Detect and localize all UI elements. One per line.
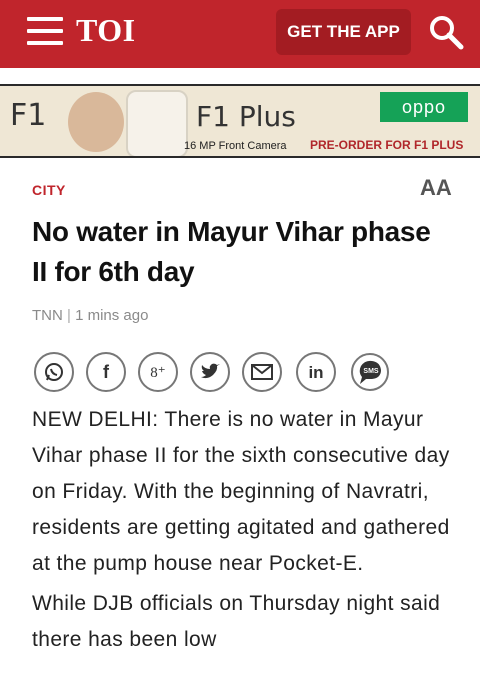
search-icon[interactable] <box>428 14 464 50</box>
article-paragraph: While DJB officials on Thursday night sa… <box>32 592 441 651</box>
article-headline: No water in Mayur Vihar phase II for 6th… <box>32 216 431 287</box>
menu-icon[interactable] <box>27 17 63 45</box>
ad-model-label: F1 <box>10 98 47 133</box>
section-label[interactable]: CITY <box>32 182 66 198</box>
byline-source: TNN <box>32 307 63 324</box>
site-logo[interactable]: TOI <box>76 12 136 49</box>
svg-text:in: in <box>308 363 323 382</box>
email-icon[interactable] <box>242 352 282 392</box>
ad-banner[interactable]: F1 F1 Plus oppo 16 MP Front Camera PRE-O… <box>0 84 480 158</box>
facebook-icon[interactable]: f <box>86 352 126 392</box>
byline: TNN | 1 mins ago <box>32 307 148 324</box>
linkedin-icon[interactable]: in <box>296 352 336 392</box>
twitter-icon[interactable] <box>190 352 230 392</box>
ad-feature-text: 16 MP Front Camera <box>184 140 287 152</box>
whatsapp-icon[interactable] <box>34 352 74 392</box>
top-bar: TOI GET THE APP <box>0 0 480 68</box>
svg-text:f: f <box>103 362 110 382</box>
ad-phone-image <box>126 90 188 156</box>
sms-icon[interactable]: SMS <box>350 352 390 392</box>
ad-model-plus-label: F1 Plus <box>196 100 296 133</box>
font-size-icon: AA <box>420 175 452 200</box>
byline-divider: | <box>67 307 76 324</box>
svg-text:8⁺: 8⁺ <box>150 365 165 381</box>
byline-time: 1 mins ago <box>75 307 149 324</box>
get-the-app-button[interactable]: GET THE APP <box>276 9 411 55</box>
ad-model-photo <box>68 92 124 152</box>
article-body: NEW DELHI: There is no water in Mayur Vi… <box>32 402 472 658</box>
ad-brand-logo: oppo <box>380 92 468 122</box>
article-paragraph: NEW DELHI: There is no water in Mayur Vi… <box>32 408 450 575</box>
google-plus-icon[interactable]: 8⁺ <box>138 352 178 392</box>
ad-cta-text: PRE-ORDER FOR F1 PLUS <box>310 138 464 152</box>
font-size-toggle[interactable]: AA <box>420 175 452 201</box>
svg-text:SMS: SMS <box>363 368 379 375</box>
